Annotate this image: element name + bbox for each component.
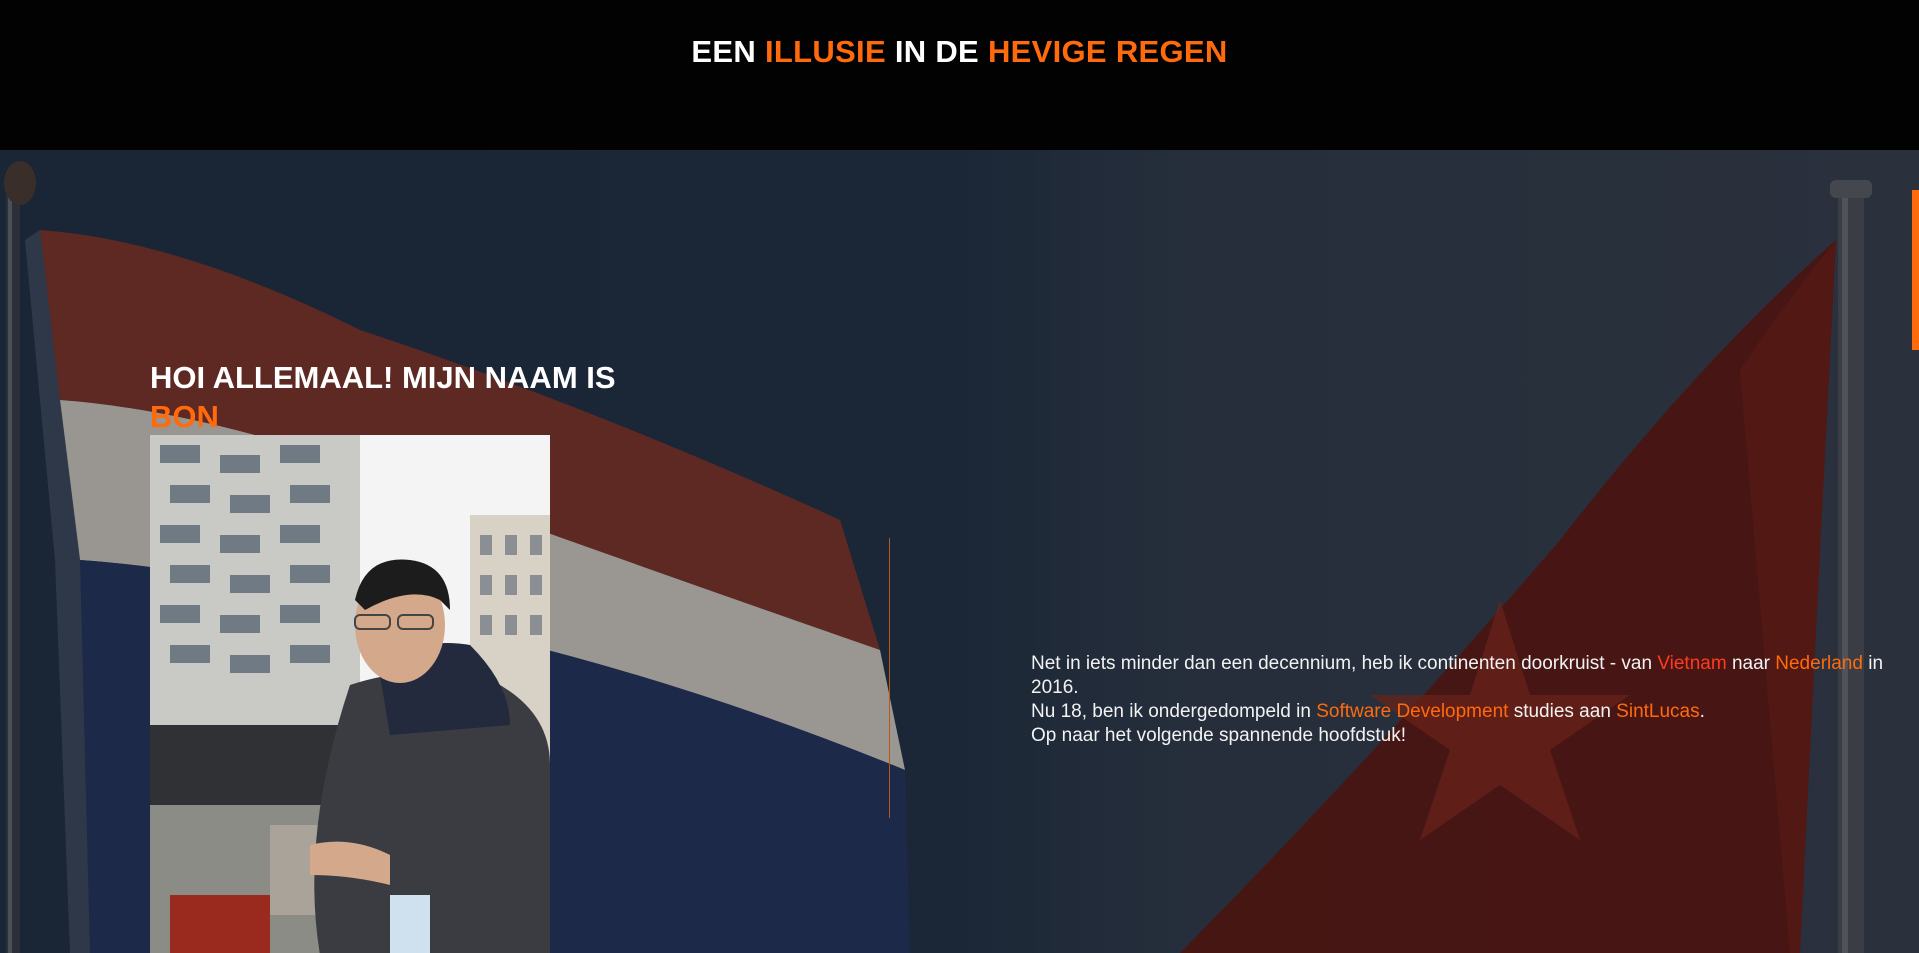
- hero-section: HOI ALLEMAAL! MIJN NAAM IS BON Net in ie…: [0, 150, 1919, 953]
- bio-text-segment: studies aan: [1508, 701, 1617, 722]
- bio-line-1: Net in iets minder dan een decennium, he…: [1031, 652, 1911, 700]
- site-header: EEN ILLUSIE IN DE HEVIGE REGEN: [0, 0, 1919, 150]
- bio-text-segment: .: [1699, 701, 1705, 722]
- vietnam-flag: [1180, 240, 1836, 953]
- intro-name: BON: [150, 399, 219, 434]
- bio-text: Net in iets minder dan een decennium, he…: [1031, 652, 1911, 748]
- title-word-een: EEN: [691, 34, 757, 69]
- bio-text-segment: naar: [1726, 653, 1776, 674]
- intro-heading: HOI ALLEMAAL! MIJN NAAM IS BON: [150, 358, 670, 436]
- highlight-vietnam: Vietnam: [1657, 653, 1727, 674]
- title-word-hevige-regen: HEVIGE REGEN: [987, 34, 1228, 69]
- section-divider: [889, 538, 890, 818]
- bio-text-segment: Nu 18, ben ik ondergedompeld in: [1031, 701, 1317, 722]
- intro-greeting: HOI ALLEMAAL! MIJN NAAM IS: [150, 360, 616, 395]
- bio-line-3: Op naar het volgende spannende hoofdstuk…: [1031, 725, 1407, 746]
- bio-text-segment: Net in iets minder dan een decennium, he…: [1031, 653, 1658, 674]
- profile-photo-image: [150, 435, 550, 953]
- title-word-illusie: ILLUSIE: [764, 34, 886, 69]
- highlight-sintlucas: SintLucas: [1616, 701, 1700, 722]
- bio-line-2: Nu 18, ben ik ondergedompeld in Software…: [1031, 700, 1911, 724]
- title-word-in-de: IN DE: [894, 34, 980, 69]
- profile-photo: [150, 435, 550, 953]
- highlight-software-development: Software Development: [1316, 701, 1509, 722]
- site-title: EEN ILLUSIE IN DE HEVIGE REGEN: [0, 34, 1919, 70]
- highlight-nederland: Nederland: [1775, 653, 1863, 674]
- scroll-indicator[interactable]: [1912, 190, 1919, 350]
